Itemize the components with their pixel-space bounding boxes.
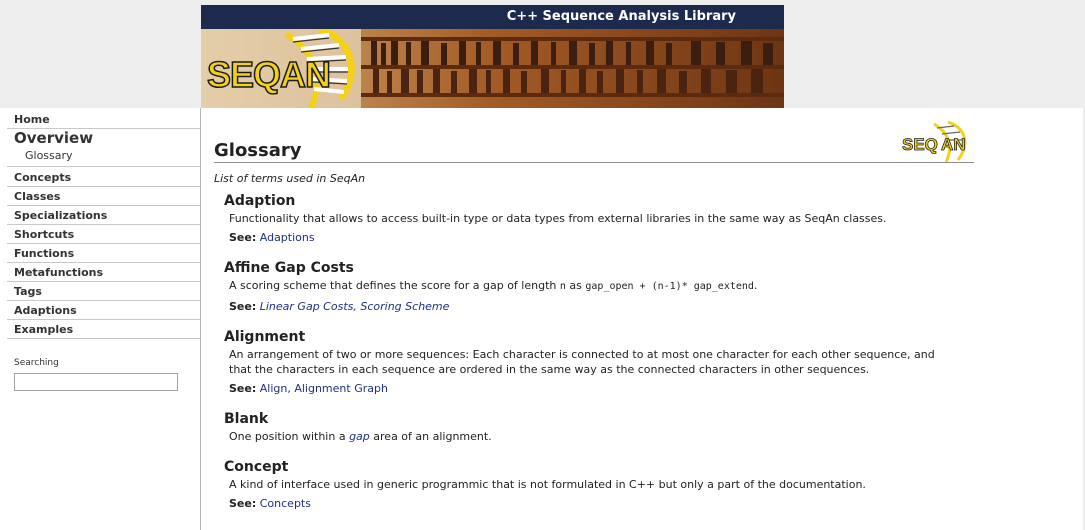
svg-text:SEQAN: SEQAN [207, 54, 330, 95]
nav-concepts[interactable]: Concepts [7, 169, 200, 187]
desc-text: One position within a [229, 430, 350, 443]
see-adaption: See: Adaptions [229, 231, 315, 244]
svg-text:SEQ: SEQ [902, 135, 938, 154]
nav-home[interactable]: Home [7, 111, 200, 129]
see-label: See: [229, 231, 257, 244]
nav-shortcuts[interactable]: Shortcuts [7, 226, 200, 244]
desc-text: . [753, 279, 758, 292]
see-affine-gap-costs: See: Linear Gap Costs, Scoring Scheme [229, 300, 449, 313]
page-title: Glossary [214, 140, 302, 161]
term-adaption: Adaption [224, 193, 296, 209]
banner-title: C++ Sequence Analysis Library [201, 5, 784, 29]
link-align[interactable]: Align [260, 382, 288, 395]
desc-affine-gap-costs: A scoring scheme that defines the score … [229, 278, 979, 294]
search-label: Searching [14, 358, 59, 368]
desc-adaption: Functionality that allows to access buil… [229, 212, 887, 225]
term-affine-gap-costs: Affine Gap Costs [224, 260, 354, 276]
link-adaptions[interactable]: Adaptions [260, 231, 315, 244]
see-label: See: [229, 497, 257, 510]
nav-tags[interactable]: Tags [7, 283, 200, 301]
header-banner: C++ Sequence Analysis Library SEQAN [201, 5, 784, 108]
library-banner-image: SEQAN [201, 29, 784, 108]
svg-text:AN: AN [941, 135, 966, 154]
link-linear-gap-costs[interactable]: Linear Gap Costs [260, 300, 354, 313]
see-label: See: [229, 382, 257, 395]
link-concepts[interactable]: Concepts [260, 497, 311, 510]
see-separator: , [353, 300, 357, 313]
see-separator: , [287, 382, 291, 395]
nav-adaptions[interactable]: Adaptions [7, 302, 200, 320]
desc-concept: A kind of interface used in generic prog… [229, 478, 866, 491]
term-alignment: Alignment [224, 329, 306, 345]
link-gap[interactable]: gap [349, 430, 370, 443]
nav-divider [7, 166, 200, 167]
link-alignment-graph[interactable]: Alignment Graph [294, 382, 388, 395]
term-blank: Blank [224, 411, 269, 427]
desc-alignment-line2: that the characters in each sequence are… [229, 363, 870, 376]
nav-functions[interactable]: Functions [7, 245, 200, 263]
code-formula: gap_open + (n-1)* gap_extend [585, 281, 754, 292]
desc-text: area of an alignment. [369, 430, 492, 443]
see-concept: See: Concepts [229, 497, 311, 510]
desc-text: A scoring scheme that defines the score … [229, 279, 560, 292]
title-divider [214, 162, 974, 163]
search-input[interactable] [14, 373, 178, 391]
nav-specializations[interactable]: Specializations [7, 207, 200, 225]
desc-blank: One position within a gap area of an ali… [229, 429, 979, 444]
nav-glossary[interactable]: Glossary [25, 149, 73, 162]
nav-overview[interactable]: Overview [7, 130, 200, 147]
desc-text: as [565, 279, 586, 292]
seqan-small-logo: SEQ AN [902, 120, 967, 163]
link-scoring-scheme[interactable]: Scoring Scheme [360, 300, 449, 313]
nav-examples[interactable]: Examples [7, 321, 200, 339]
term-concept: Concept [224, 459, 289, 475]
see-label: See: [229, 300, 257, 313]
nav-classes[interactable]: Classes [7, 188, 200, 206]
page-subtitle: List of terms used in SeqAn [214, 172, 366, 185]
nav-metafunctions[interactable]: Metafunctions [7, 264, 200, 282]
desc-alignment-line1: An arrangement of two or more sequences:… [229, 348, 935, 361]
see-alignment: See: Align, Alignment Graph [229, 382, 388, 395]
